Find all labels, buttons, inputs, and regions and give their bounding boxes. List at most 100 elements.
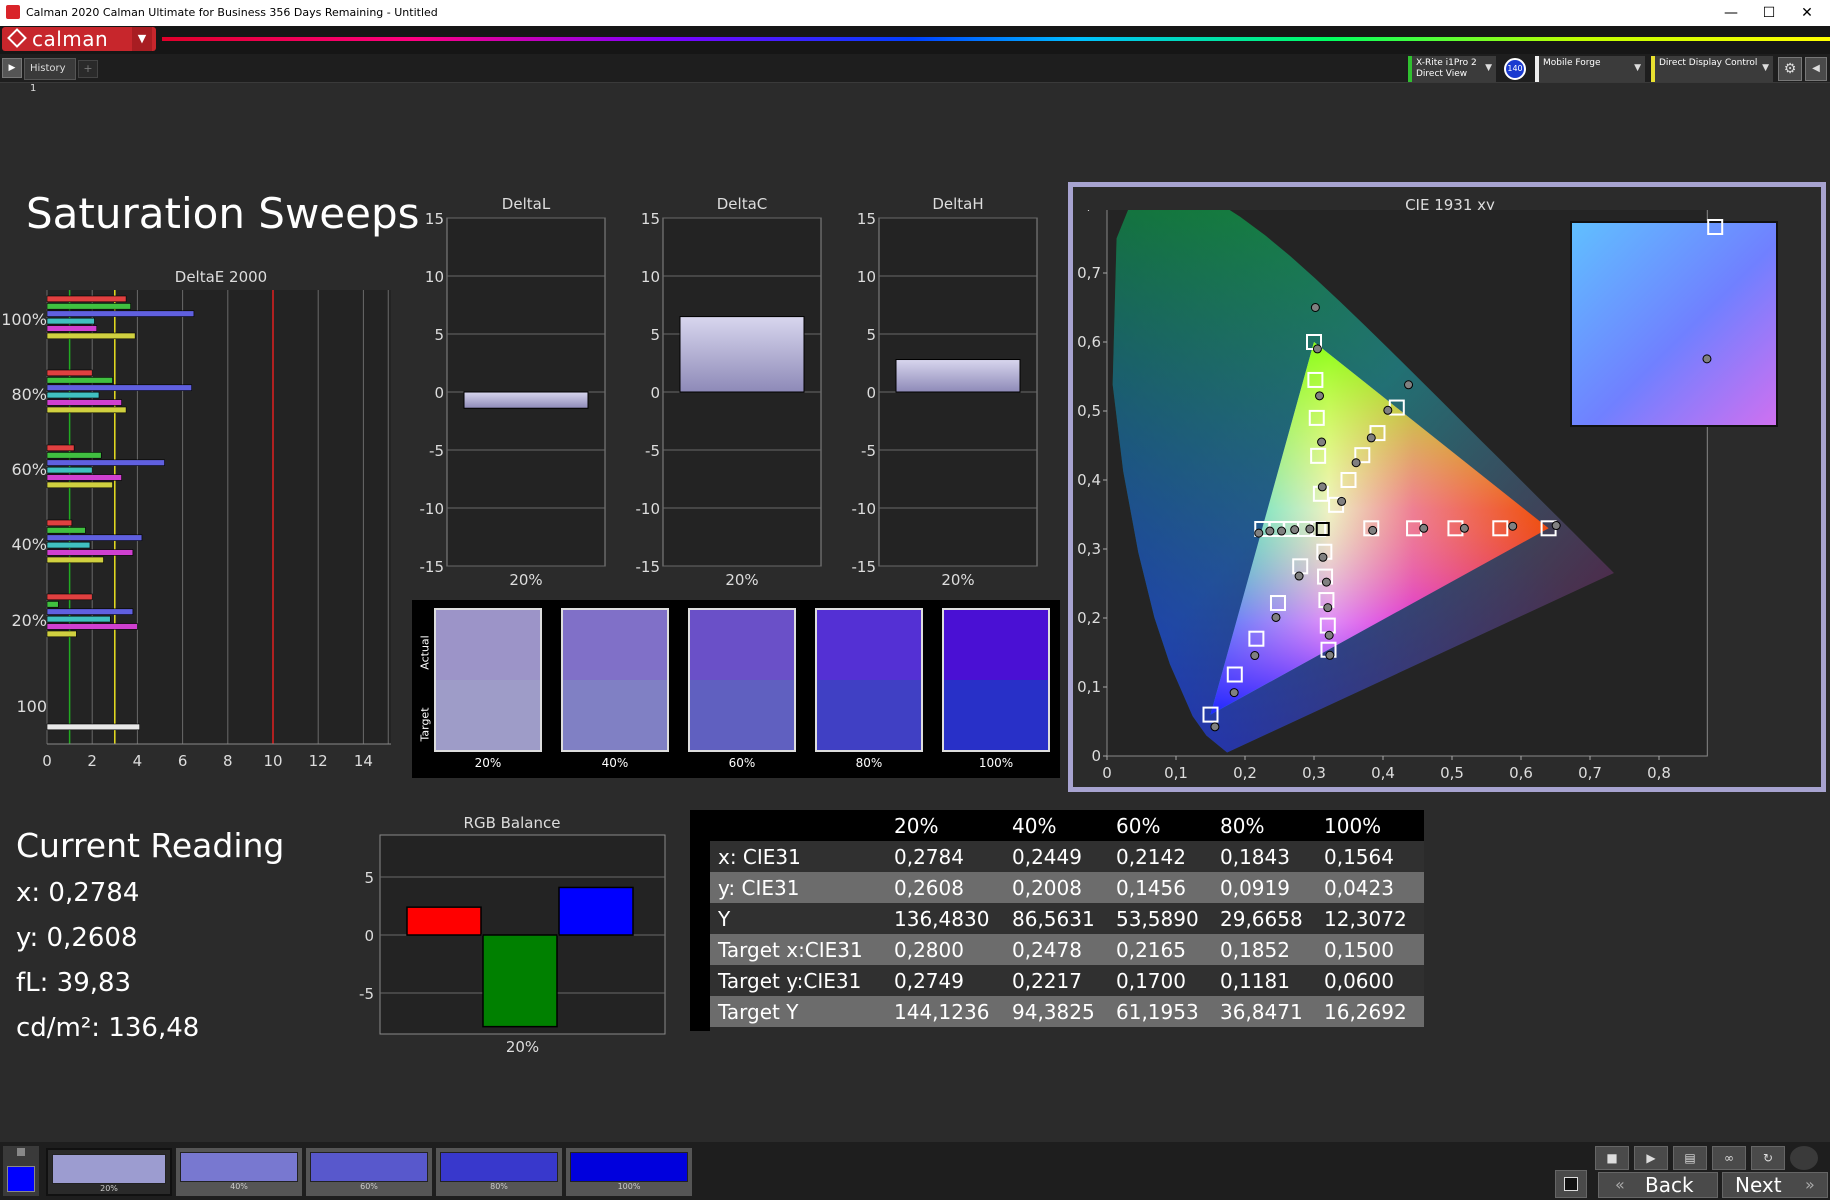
close-button[interactable]: ✕	[1784, 0, 1830, 26]
measured-point	[1305, 524, 1315, 534]
loop-button[interactable]: ∞	[1712, 1146, 1746, 1170]
target-swatch	[688, 680, 796, 752]
play-workflow-button[interactable]: ▶	[2, 58, 22, 78]
delta-bar	[679, 316, 805, 393]
measured-point	[1312, 344, 1322, 354]
x-category-label: 20%	[725, 571, 758, 589]
stop-button[interactable]: ■	[1595, 1146, 1629, 1170]
y-tick-label: 10	[857, 268, 876, 286]
table-cell: 53,5890	[1116, 907, 1199, 931]
y-tick-label: 5	[364, 869, 374, 887]
x-tick-label: 0	[1102, 764, 1112, 782]
table-cell: 0,2784	[894, 845, 964, 869]
target-swatch	[815, 680, 923, 752]
measured-point	[1318, 552, 1328, 562]
reading-y: y: 0,2608	[16, 923, 138, 953]
source-selector[interactable]: Mobile Forge ▼	[1535, 56, 1645, 82]
table-cell: 12,3072	[1324, 907, 1407, 931]
actual-swatch	[942, 608, 1050, 680]
y-tick-label: -5	[359, 985, 374, 1003]
deltac-chart: 15 10 5 0 -5 -10 -15 20%	[636, 210, 822, 589]
table-cell: 0,2008	[1012, 876, 1082, 900]
deltae-bar	[46, 452, 102, 459]
play-button[interactable]: ▶	[1634, 1146, 1668, 1170]
measured-point	[1277, 526, 1287, 536]
x-tick-label: 0,2	[1233, 764, 1257, 782]
gear-icon[interactable]: ⚙	[1778, 57, 1802, 81]
measured-point	[1310, 303, 1320, 312]
sweep-step-button[interactable]: 100%	[566, 1148, 692, 1196]
measured-point	[1254, 528, 1264, 538]
deltae-bar	[46, 406, 127, 414]
deltae-bar	[46, 630, 77, 638]
measured-point	[1229, 688, 1239, 698]
header-cell: 60%	[1116, 814, 1161, 838]
back-button[interactable]: « Back	[1598, 1172, 1718, 1198]
sweep-step-button[interactable]: 40%	[176, 1148, 302, 1196]
y-tick-label: 0	[1091, 747, 1101, 765]
deltae-bar	[46, 481, 113, 489]
y-tick-label: 10	[641, 268, 660, 286]
table-cell: 0,2749	[894, 969, 964, 993]
row-label: Target Y	[718, 1000, 799, 1024]
table-cell: 0,1181	[1220, 969, 1290, 993]
deltah-chart: 15 10 5 0 -5 -10 -15 20%	[852, 210, 1038, 589]
deltae-bar	[46, 549, 134, 556]
refresh-button[interactable]: ↻	[1751, 1146, 1785, 1170]
measured-point	[1404, 380, 1414, 390]
stop-all-button[interactable]	[1555, 1170, 1587, 1198]
target-label: Target	[418, 707, 432, 742]
collapse-panel-icon[interactable]: ◀	[1805, 57, 1827, 81]
cie-zoom-inset	[1570, 221, 1778, 427]
y-tick-label: 0,3	[1077, 540, 1101, 558]
display-selector[interactable]: Direct Display Control ▼	[1651, 56, 1773, 82]
tab-history-1[interactable]: History 1	[24, 58, 76, 94]
deltae-bar	[46, 399, 122, 406]
measured-point	[1324, 630, 1334, 640]
delta-bar	[895, 359, 1021, 393]
sweep-step-button[interactable]: 20%	[46, 1148, 172, 1196]
y-tick-label: 5	[434, 326, 444, 344]
table-cell: 61,1953	[1116, 1000, 1199, 1024]
header-cell: 80%	[1220, 814, 1265, 838]
chevron-down-icon: ▼	[1634, 63, 1641, 73]
table-cell: 144,1236	[894, 1000, 990, 1024]
table-cell: 86,5631	[1012, 907, 1095, 931]
add-tab-button[interactable]: +	[78, 60, 98, 78]
meter-badge[interactable]: 140	[1504, 58, 1526, 80]
x-category-label: 20%	[506, 1038, 539, 1056]
measured-point	[1366, 433, 1376, 443]
measured-point	[1317, 482, 1327, 492]
sweep-step-color	[440, 1152, 558, 1182]
table-cell: 36,8471	[1220, 1000, 1303, 1024]
next-button[interactable]: Next »	[1722, 1172, 1828, 1198]
sweep-step-button[interactable]: 80%	[436, 1148, 562, 1196]
deltae-bar	[46, 384, 192, 391]
save-button[interactable]: ▤	[1673, 1146, 1707, 1170]
deltal-chart: 15 10 5 0 -5 -10 -15 20%	[420, 210, 606, 589]
calman-menu-button[interactable]: calman ▼	[2, 27, 156, 51]
y-tick-label: 0,4	[1077, 471, 1101, 489]
sweep-step-label: 60%	[360, 1182, 378, 1191]
x-tick-label: 12	[309, 752, 328, 770]
table-cell: 0,0600	[1324, 969, 1394, 993]
deltae-bar	[46, 556, 104, 564]
deltae-bar	[46, 593, 93, 601]
x-tick-label: 4	[133, 752, 143, 770]
rgb-balance-chart: 5 0 -5 20%	[359, 834, 666, 1056]
meter-selector[interactable]: X-Rite i1Pro 2 Direct View ▼	[1408, 56, 1496, 82]
x-tick-label: 14	[354, 752, 373, 770]
y-group-label: 20%	[11, 611, 47, 630]
table-cell: 0,2217	[1012, 969, 1082, 993]
page-title: Saturation Sweeps	[26, 189, 420, 238]
y-tick-label: 15	[425, 210, 444, 228]
sweep-step-button[interactable]: 60%	[306, 1148, 432, 1196]
x-tick-label: 0,1	[1164, 764, 1188, 782]
app-icon	[6, 5, 20, 19]
y-tick-label: 0	[364, 927, 374, 945]
table-cell: 0,2478	[1012, 938, 1082, 962]
measured-point	[1271, 612, 1281, 622]
y-tick-label: -10	[852, 500, 877, 518]
table-row: y: CIE31 0,2608 0,2008 0,1456 0,0919 0,0423	[710, 872, 1424, 903]
reading-fl: fL: 39,83	[16, 968, 132, 998]
